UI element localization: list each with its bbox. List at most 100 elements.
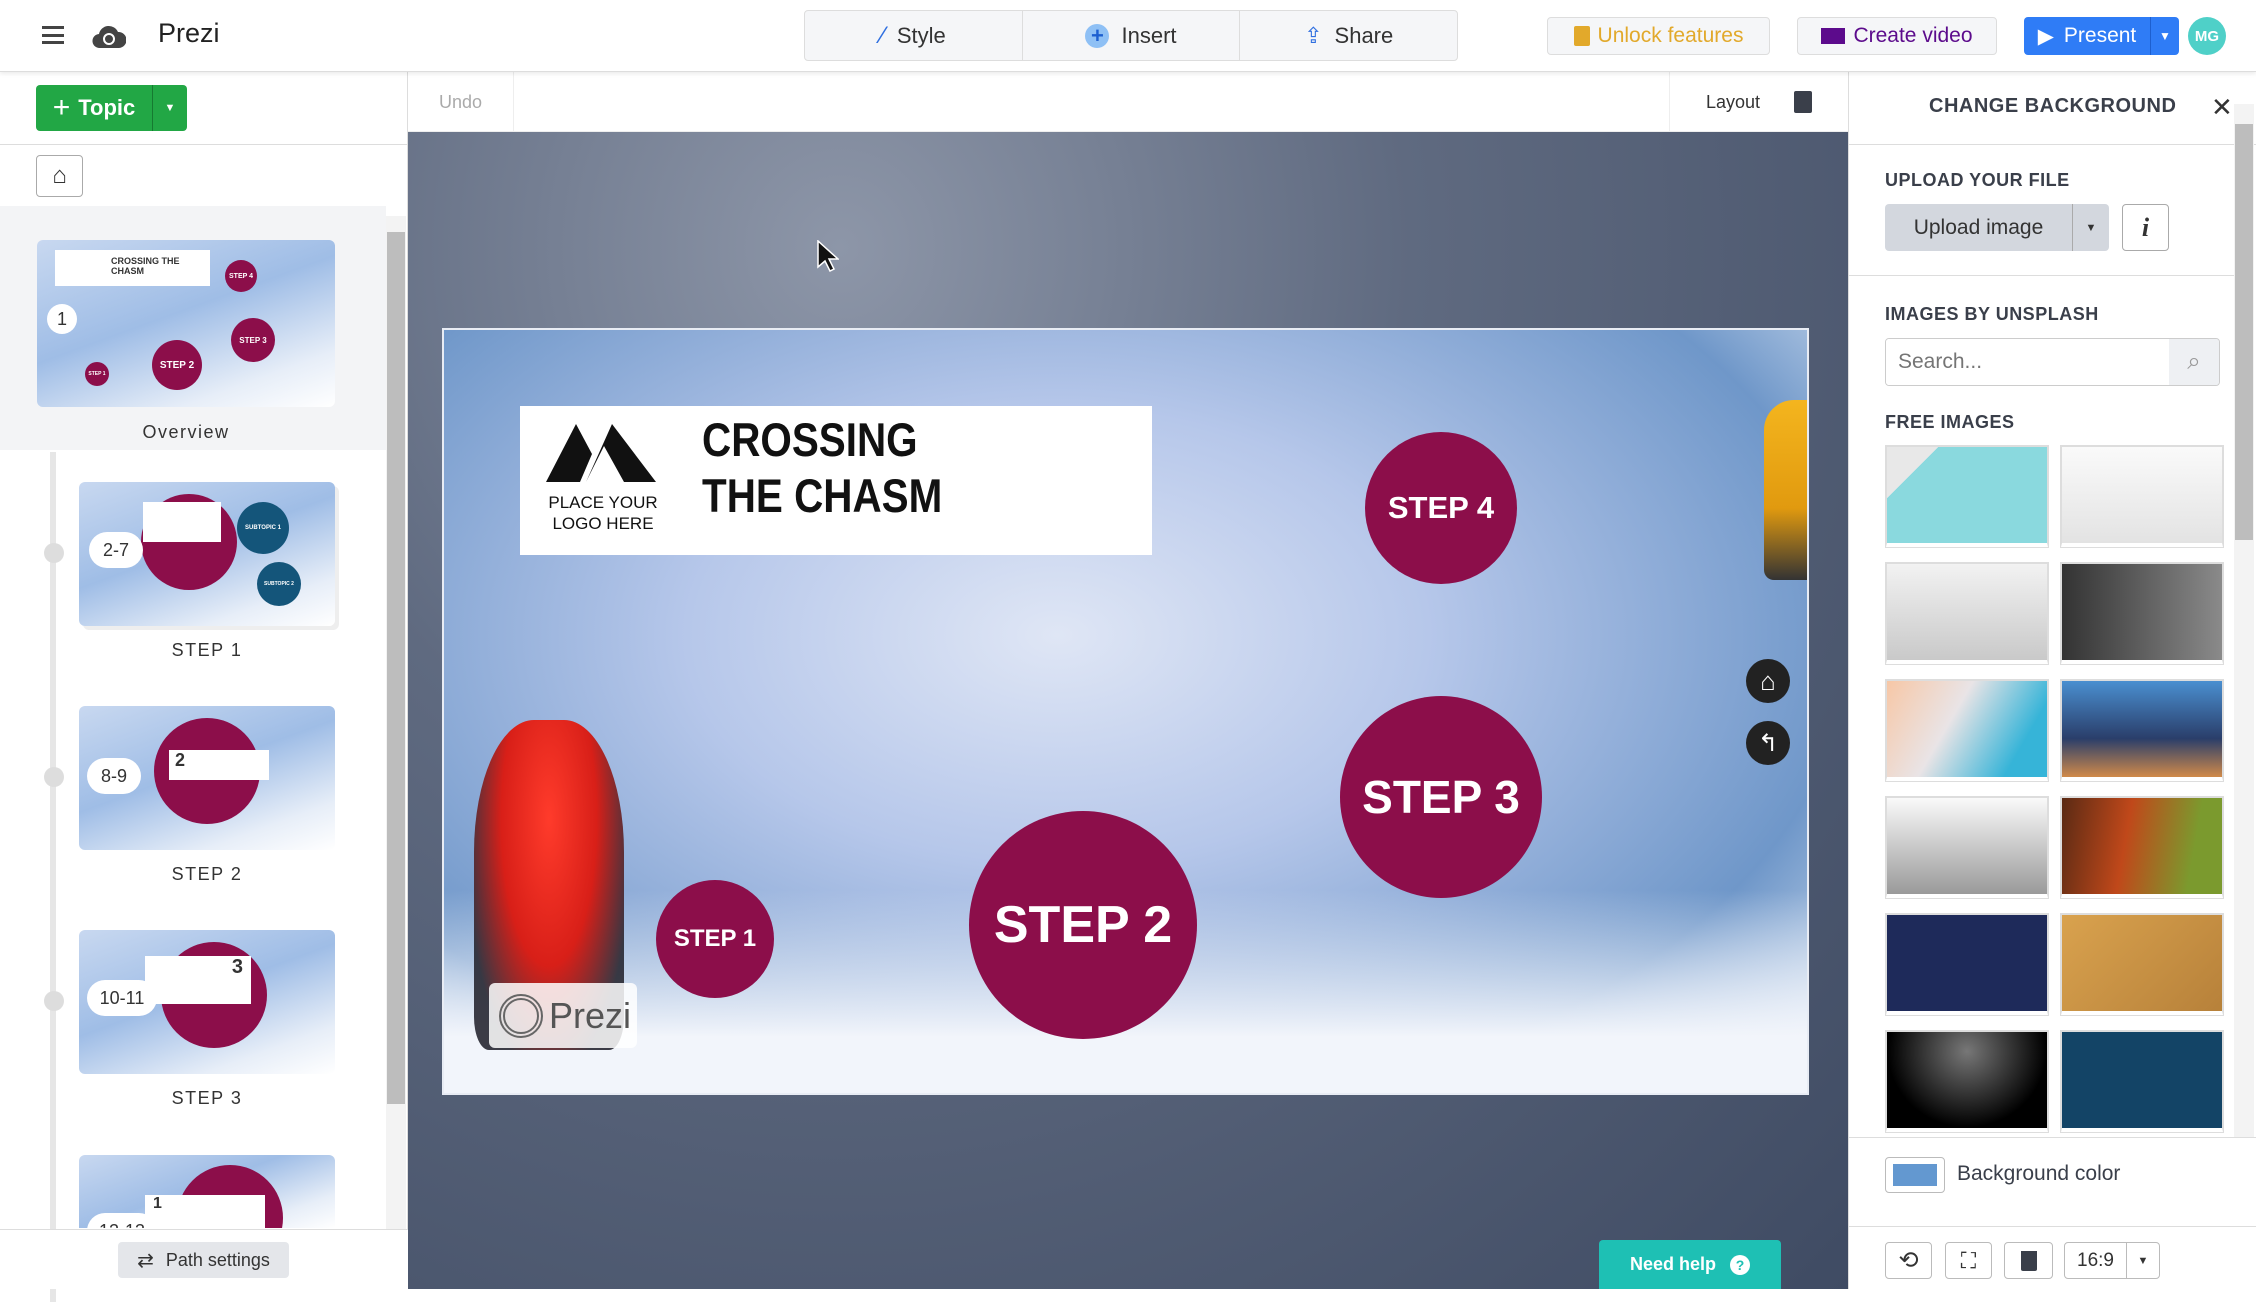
notes-icon[interactable] [1794, 91, 1813, 113]
zoom-home-button[interactable]: ⌂ [1746, 659, 1790, 703]
step-range-badge: 8-9 [87, 758, 141, 794]
main-toolbar: ⁄ Style + Insert ⇪ Share [804, 10, 1458, 61]
layout-button[interactable]: Layout [1669, 72, 1848, 132]
prezi-watermark: Prezi [489, 983, 637, 1048]
free-image-dark-gradient[interactable] [2061, 563, 2223, 664]
style-label: Style [896, 22, 946, 48]
app-name: Prezi [158, 18, 220, 48]
logo-placeholder-text: PLACE YOUR LOGO HERE [548, 493, 658, 533]
trash-icon [2020, 1250, 2037, 1271]
step-3-thumbnail[interactable]: 3 10-11 [79, 930, 335, 1074]
overview-label: Overview [142, 422, 230, 442]
mountain-logo-icon [546, 424, 656, 482]
present-button[interactable]: ▶ Present [2024, 17, 2151, 55]
plus-circle-icon: + [1085, 23, 1110, 48]
divider [1849, 1137, 2256, 1138]
thumb-title: CROSSING THE CHASM [55, 250, 210, 286]
insert-label: Insert [1121, 22, 1177, 48]
add-topic-group: + Topic ▼ [36, 85, 187, 131]
undo-button[interactable]: Undo [408, 72, 514, 132]
present-button-group: ▶ Present ▼ [2024, 17, 2179, 55]
home-icon: ⌂ [52, 162, 67, 189]
background-color-swatch[interactable] [1885, 1157, 1945, 1193]
step-1-circle[interactable]: STEP 1 [656, 880, 774, 998]
path-settings-button[interactable]: ⇄ Path settings [118, 1242, 289, 1278]
scrollbar-thumb[interactable] [387, 232, 405, 1104]
insert-button[interactable]: + Insert [1023, 11, 1241, 60]
reset-button[interactable]: ⟲ [1885, 1242, 1932, 1279]
timeline-dot [44, 543, 64, 563]
unlock-label: Unlock features [1597, 24, 1744, 47]
step-1-label: STEP 1 [171, 640, 243, 660]
path-timeline [50, 452, 56, 1302]
cloud-sync-icon[interactable] [92, 20, 126, 50]
present-label: Present [2063, 24, 2137, 47]
path-settings-label: Path settings [165, 1249, 270, 1270]
present-dropdown-icon[interactable]: ▼ [2151, 17, 2179, 55]
share-upload-icon: ⇪ [1304, 22, 1323, 48]
need-help-label: Need help [1629, 1254, 1717, 1274]
plus-icon: + [52, 91, 71, 124]
free-images-grid [1849, 72, 2234, 1137]
title-box[interactable]: PLACE YOUR LOGO HERE CROSSING THE CHASM [520, 406, 1152, 555]
thumb-digit: 2 [169, 750, 269, 780]
aspect-dropdown-icon[interactable]: ▼ [2127, 1255, 2159, 1267]
need-help-button[interactable]: Need help? [1599, 1240, 1781, 1289]
layout-label: Layout [1705, 91, 1761, 112]
step-4-circle[interactable]: STEP 4 [1365, 432, 1517, 584]
unlock-features-button[interactable]: Unlock features [1547, 17, 1770, 55]
free-image-spotlight[interactable] [1886, 1031, 2048, 1132]
avatar[interactable]: MG [2188, 17, 2226, 55]
share-button[interactable]: ⇪ Share [1240, 11, 1457, 60]
mouse-cursor-icon [817, 240, 839, 272]
share-label: Share [1334, 22, 1394, 48]
step-1-thumbnail[interactable]: SUBTOPIC 1 SUBTOPIC 2 2-7 [79, 482, 335, 626]
free-image-feather[interactable] [1886, 680, 2048, 781]
free-image-light-gradient[interactable] [1886, 797, 2048, 898]
step-3-circle[interactable]: STEP 3 [1340, 696, 1542, 898]
step-number-badge: 1 [47, 304, 77, 334]
free-image-navy-wave[interactable] [1886, 914, 2048, 1015]
free-image-dark-teal[interactable] [2061, 1031, 2223, 1132]
sidebar-scrollbar[interactable] [386, 216, 406, 1230]
path-settings-icon: ⇄ [137, 1249, 154, 1272]
thumb-digit: 3 [145, 956, 251, 1004]
step-2-circle[interactable]: STEP 2 [969, 811, 1197, 1039]
magic-wand-icon: ⁄ [880, 21, 885, 49]
free-image-city[interactable] [2061, 680, 2223, 781]
add-topic-button[interactable]: + Topic [36, 85, 153, 131]
step-2-thumbnail[interactable]: 2 8-9 [79, 706, 335, 850]
step-range-badge: 2-7 [89, 532, 143, 568]
create-video-button[interactable]: Create video [1797, 17, 1997, 55]
overview-thumbnail[interactable]: CROSSING THE CHASM STEP 4 STEP 3 STEP 2 … [37, 240, 335, 407]
home-button[interactable]: ⌂ [36, 155, 83, 197]
scrollbar-thumb[interactable] [2235, 124, 2253, 540]
climber-figure [1764, 400, 1807, 580]
delete-button[interactable] [2004, 1242, 2053, 1279]
swatch-fill [1893, 1164, 1937, 1186]
free-image-fog[interactable] [1886, 563, 2048, 664]
sidebar-footer: ⇄ Path settings [0, 1229, 408, 1289]
fit-button[interactable]: ⛶ [1945, 1242, 1992, 1279]
timeline-dot [44, 767, 64, 787]
free-image-autumn-arrow[interactable] [2061, 797, 2223, 898]
change-background-panel: CHANGE BACKGROUND ✕ UPLOAD YOUR FILE Upl… [1848, 72, 2256, 1289]
free-image-gray-tiles[interactable] [2061, 446, 2223, 547]
fullscreen-icon: ⛶ [1960, 1247, 1977, 1273]
overview-frame[interactable]: PLACE YOUR LOGO HERE CROSSING THE CHASM … [442, 328, 1809, 1095]
hamburger-menu-icon[interactable] [42, 26, 64, 44]
aspect-ratio-select[interactable]: 16:9 ▼ [2064, 1242, 2160, 1279]
panel-scrollbar[interactable] [2234, 104, 2254, 1137]
zoom-back-button[interactable]: ↰ [1746, 721, 1790, 765]
step-4-thumbnail[interactable]: 1 12-13 [79, 1155, 335, 1228]
question-icon: ? [1730, 1254, 1751, 1275]
topic-dropdown-icon[interactable]: ▼ [153, 85, 187, 131]
free-image-gold-paper[interactable] [2061, 914, 2223, 1015]
thumb-step: STEP 3 [231, 318, 275, 362]
lock-icon [1573, 26, 1590, 46]
style-button[interactable]: ⁄ Style [805, 11, 1023, 60]
back-arrow-icon: ↰ [1757, 729, 1779, 757]
timeline-dot [44, 991, 64, 1011]
free-image-laptop[interactable] [1886, 446, 2048, 547]
play-icon: ▶ [2037, 24, 2054, 48]
